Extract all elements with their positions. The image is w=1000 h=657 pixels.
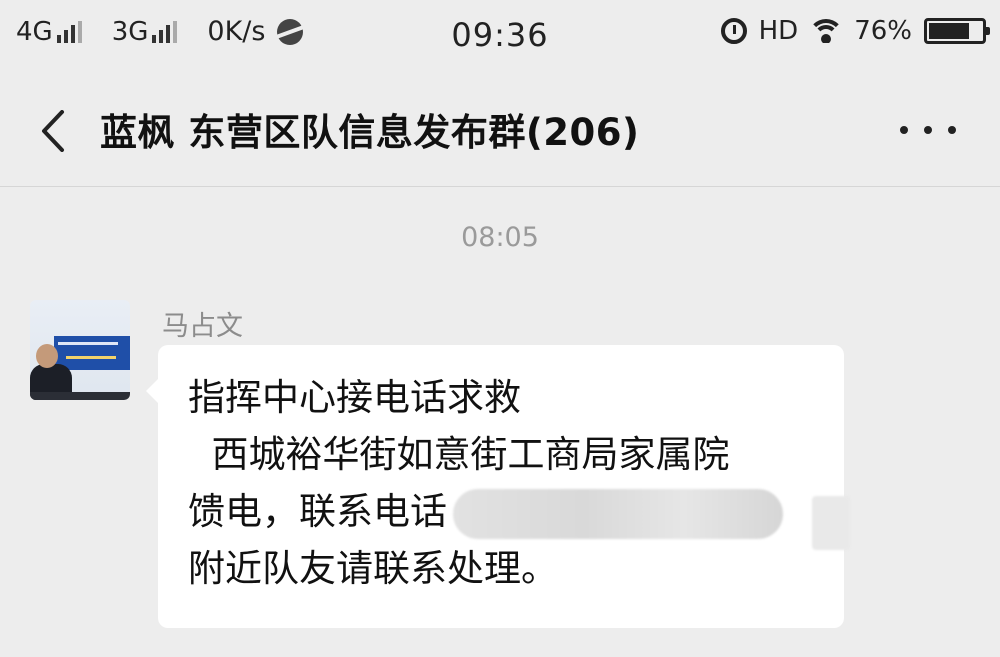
message-line: 指挥中心接电话求救: [188, 376, 521, 419]
hd-label: HD: [758, 16, 799, 46]
sender-name: 马占文: [162, 311, 243, 342]
sender-avatar[interactable]: [30, 300, 130, 400]
message-line-text: 馈电，联系电话: [188, 490, 447, 533]
message-line: 西城裕华街如意街工商局家属院: [188, 433, 730, 476]
message-bubble[interactable]: 指挥中心接电话求救 西城裕华街如意街工商局家属院 馈电，联系电话 附近队友请联系…: [146, 345, 844, 628]
battery-icon: [924, 18, 990, 44]
wifi-icon: [810, 19, 843, 43]
redaction-mark: [812, 496, 850, 550]
redacted-phone-number: [453, 488, 783, 539]
message-line: 馈电，联系电话: [188, 483, 814, 540]
more-options-icon[interactable]: [900, 126, 956, 136]
back-arrow-icon[interactable]: [36, 110, 72, 152]
battery-percent: 76%: [854, 16, 912, 46]
group-title: 蓝枫 东营区队信息发布群(206): [100, 111, 640, 154]
message-line: 附近队友请联系处理。: [188, 547, 558, 590]
status-bar: 4G 3G 0K/s 09:36 HD 76%: [0, 0, 1000, 72]
status-right: HD 76%: [720, 16, 990, 46]
chat-header: 蓝枫 东营区队信息发布群(206): [0, 72, 1000, 187]
message-timestamp: 08:05: [461, 222, 539, 253]
alarm-icon: [720, 18, 747, 44]
